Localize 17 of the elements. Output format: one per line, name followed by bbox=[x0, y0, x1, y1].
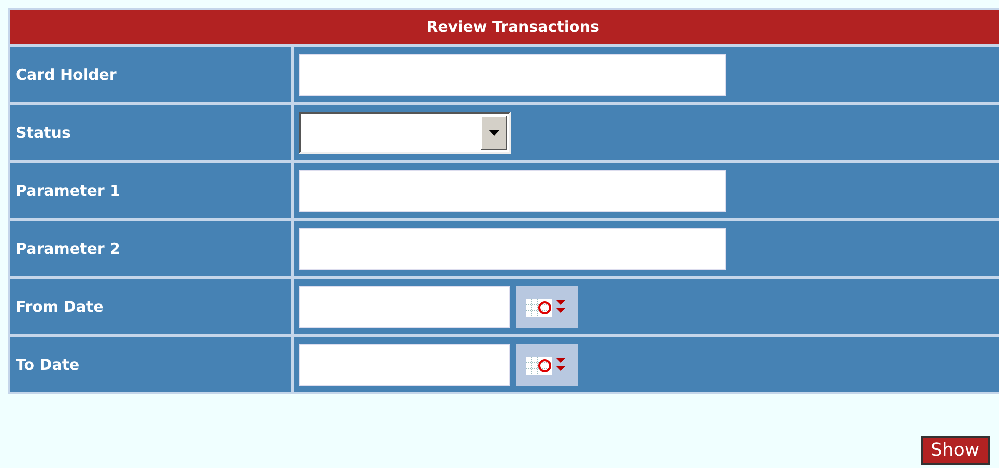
text-field[interactable] bbox=[299, 228, 726, 270]
field-label: To Date bbox=[16, 356, 80, 374]
date-field[interactable] bbox=[299, 286, 510, 328]
date-field[interactable] bbox=[299, 344, 510, 386]
field-label: Status bbox=[16, 124, 71, 142]
text-field[interactable] bbox=[299, 170, 726, 212]
dropdown-arrow-icon bbox=[488, 130, 500, 136]
show-button[interactable]: Show bbox=[921, 436, 990, 465]
calendar-button[interactable] bbox=[516, 286, 578, 328]
field-label: Parameter 1 bbox=[16, 182, 120, 200]
field-label: Card Holder bbox=[16, 66, 117, 84]
field-label: From Date bbox=[16, 298, 104, 316]
text-field[interactable] bbox=[299, 54, 726, 96]
form-title: Review Transactions bbox=[10, 10, 999, 44]
field-label: Parameter 2 bbox=[16, 240, 120, 258]
calendar-button[interactable] bbox=[516, 344, 578, 386]
status-dropdown[interactable] bbox=[299, 112, 511, 154]
